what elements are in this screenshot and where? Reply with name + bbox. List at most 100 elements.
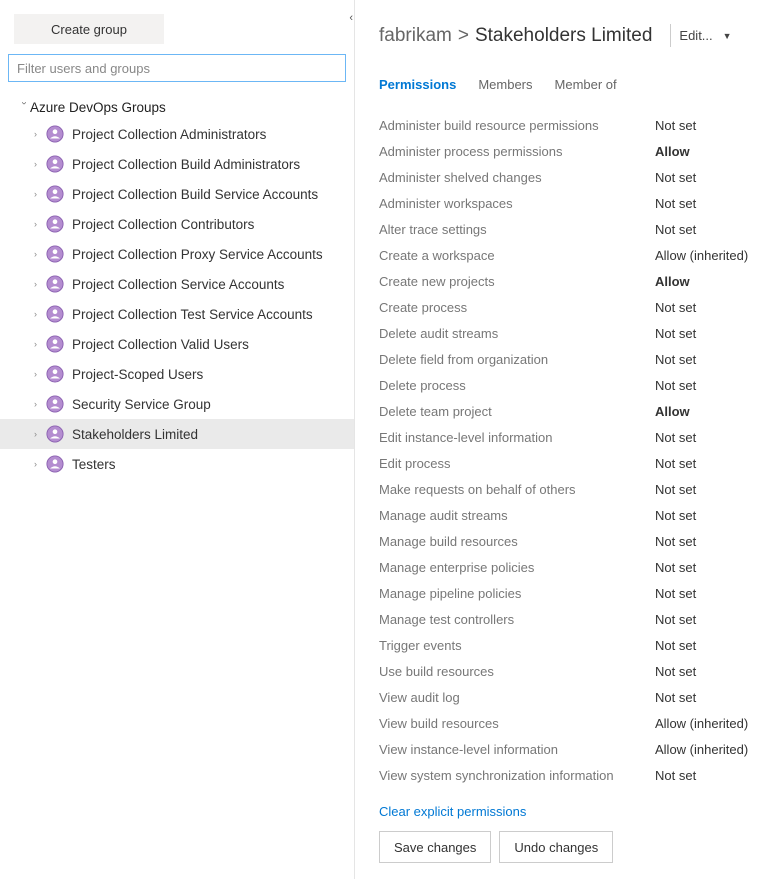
save-changes-button[interactable]: Save changes [379,831,491,863]
tab-members[interactable]: Members [478,77,532,98]
group-icon [46,395,64,413]
permission-value[interactable]: Not set [655,612,696,627]
permission-value[interactable]: Not set [655,196,696,211]
permission-row[interactable]: Administer build resource permissionsNot… [379,112,751,138]
permission-value[interactable]: Not set [655,690,696,705]
permission-value[interactable]: Not set [655,118,696,133]
permission-value[interactable]: Allow (inherited) [655,742,748,757]
tab-permissions[interactable]: Permissions [379,77,456,98]
permission-row[interactable]: View audit logNot set [379,684,751,710]
permission-row[interactable]: Manage audit streamsNot set [379,502,751,528]
group-icon [46,335,64,353]
permission-value[interactable]: Allow [655,274,690,289]
edit-dropdown-label: Edit... [679,28,712,43]
permission-row[interactable]: Delete audit streamsNot set [379,320,751,346]
sidebar-item-group[interactable]: ›Stakeholders Limited [0,419,354,449]
permission-label: View system synchronization information [379,768,655,783]
permission-value[interactable]: Allow (inherited) [655,248,748,263]
permission-value[interactable]: Not set [655,560,696,575]
sidebar-item-group[interactable]: ›Project Collection Contributors [0,209,354,239]
permission-row[interactable]: Edit instance-level informationNot set [379,424,751,450]
permission-row[interactable]: View build resourcesAllow (inherited) [379,710,751,736]
permission-row[interactable]: View system synchronization informationN… [379,762,751,788]
edit-dropdown[interactable]: Edit... ▼ [670,24,739,47]
permission-value[interactable]: Not set [655,534,696,549]
permission-label: Administer process permissions [379,144,655,159]
permission-row[interactable]: Administer shelved changesNot set [379,164,751,190]
breadcrumb-org[interactable]: fabrikam [379,25,452,47]
chevron-right-icon: › [34,339,46,349]
permission-row[interactable]: Edit processNot set [379,450,751,476]
undo-changes-button[interactable]: Undo changes [499,831,613,863]
permission-value[interactable]: Not set [655,508,696,523]
permission-row[interactable]: Delete team projectAllow [379,398,751,424]
sidebar-item-group[interactable]: ›Project Collection Valid Users [0,329,354,359]
permission-row[interactable]: Trigger eventsNot set [379,632,751,658]
sidebar-item-group[interactable]: ›Project Collection Build Service Accoun… [0,179,354,209]
permission-row[interactable]: View instance-level informationAllow (in… [379,736,751,762]
permission-row[interactable]: Administer workspacesNot set [379,190,751,216]
create-group-button[interactable]: Create group [14,14,164,44]
groups-tree: › Azure DevOps Groups ›Project Collectio… [0,92,354,879]
permission-value[interactable]: Not set [655,768,696,783]
group-icon [46,245,64,263]
permission-value[interactable]: Not set [655,222,696,237]
chevron-right-icon: › [34,429,46,439]
permission-row[interactable]: Manage test controllersNot set [379,606,751,632]
sidebar-item-group[interactable]: ›Project Collection Administrators [0,119,354,149]
permission-row[interactable]: Alter trace settingsNot set [379,216,751,242]
permission-value[interactable]: Not set [655,586,696,601]
tree-root-azure-devops-groups[interactable]: › Azure DevOps Groups [0,96,354,119]
permission-row[interactable]: Manage enterprise policiesNot set [379,554,751,580]
filter-users-groups-input[interactable] [8,54,346,82]
permission-row[interactable]: Create processNot set [379,294,751,320]
clear-explicit-permissions-link[interactable]: Clear explicit permissions [379,804,751,819]
sidebar-item-group[interactable]: ›Project Collection Build Administrators [0,149,354,179]
chevron-down-icon: › [19,102,30,114]
permission-row[interactable]: Create new projectsAllow [379,268,751,294]
group-icon [46,305,64,323]
permission-label: Manage test controllers [379,612,655,627]
sidebar-item-group[interactable]: ›Project Collection Service Accounts [0,269,354,299]
sidebar-item-label: Project Collection Test Service Accounts [72,307,313,322]
sidebar-item-group[interactable]: ›Project-Scoped Users [0,359,354,389]
permission-row[interactable]: Administer process permissionsAllow [379,138,751,164]
permission-row[interactable]: Manage pipeline policiesNot set [379,580,751,606]
breadcrumb-group: Stakeholders Limited [475,25,652,47]
permission-label: Delete field from organization [379,352,655,367]
permission-label: Manage build resources [379,534,655,549]
permission-row[interactable]: Make requests on behalf of othersNot set [379,476,751,502]
sidebar-item-group[interactable]: ›Testers [0,449,354,479]
permission-row[interactable]: Use build resourcesNot set [379,658,751,684]
permission-value[interactable]: Not set [655,170,696,185]
permission-value[interactable]: Not set [655,352,696,367]
permission-value[interactable]: Allow [655,144,690,159]
tab-member-of[interactable]: Member of [555,77,617,98]
permission-value[interactable]: Not set [655,456,696,471]
chevron-right-icon: › [34,249,46,259]
permission-value[interactable]: Not set [655,430,696,445]
permission-value[interactable]: Not set [655,326,696,341]
permission-value[interactable]: Not set [655,638,696,653]
permission-row[interactable]: Delete field from organizationNot set [379,346,751,372]
collapse-sidebar-icon[interactable]: ‹ [347,10,355,26]
permission-value[interactable]: Not set [655,300,696,315]
permission-row[interactable]: Delete processNot set [379,372,751,398]
permission-value[interactable]: Not set [655,482,696,497]
permission-value[interactable]: Not set [655,664,696,679]
sidebar-item-group[interactable]: ›Security Service Group [0,389,354,419]
chevron-right-icon: › [34,399,46,409]
permission-row[interactable]: Manage build resourcesNot set [379,528,751,554]
permission-value[interactable]: Allow (inherited) [655,716,748,731]
permission-label: View audit log [379,690,655,705]
sidebar: ‹ Create group › Azure DevOps Groups ›Pr… [0,0,355,879]
permission-value[interactable]: Not set [655,378,696,393]
chevron-right-icon: › [34,159,46,169]
tree-root-label: Azure DevOps Groups [30,100,166,115]
sidebar-item-group[interactable]: ›Project Collection Proxy Service Accoun… [0,239,354,269]
group-icon [46,215,64,233]
chevron-right-icon: › [34,129,46,139]
permission-value[interactable]: Allow [655,404,690,419]
sidebar-item-group[interactable]: ›Project Collection Test Service Account… [0,299,354,329]
permission-row[interactable]: Create a workspaceAllow (inherited) [379,242,751,268]
